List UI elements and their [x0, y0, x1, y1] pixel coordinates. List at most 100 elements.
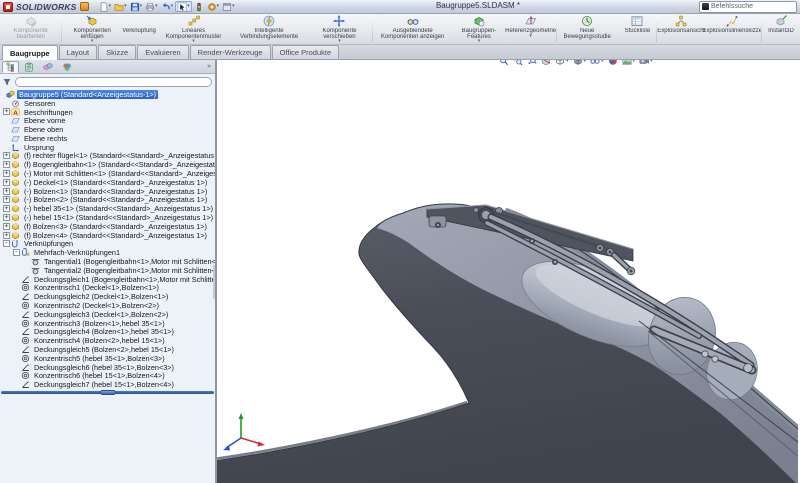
tree-item-mate-deckungsgleich4[interactable]: Deckungsgleich4 (Bolzen<1>,hebel 35<1>) — [0, 328, 215, 337]
dropdown-caret[interactable]: ▾ — [171, 4, 174, 9]
tree-item-comp-hebel-35[interactable]: +(-) hebel 35<1> (Standard<<Standard>_An… — [0, 204, 215, 213]
ribbon-linear-component-pattern-button[interactable]: Lineares Komponentenmuster▾ — [157, 14, 230, 44]
save-button[interactable]: ▾ — [129, 1, 144, 12]
display-style-button[interactable]: ▾ — [572, 60, 588, 66]
tab-evaluate[interactable]: Evaluieren — [137, 45, 188, 59]
ribbon-insert-components-button[interactable]: Komponenten einfügen▾ — [63, 14, 121, 44]
file-properties-button[interactable]: ▾ — [221, 1, 236, 12]
tree-item-label[interactable]: (-) Deckel<1> (Standard<<Standard>_Anzei… — [22, 178, 209, 187]
dropdown-caret[interactable]: ▾ — [338, 39, 341, 44]
tab-layout[interactable]: Layout — [59, 45, 98, 59]
menu-expand-button[interactable] — [80, 2, 89, 11]
tree-expander-minus[interactable]: - — [13, 249, 20, 256]
panel-splitter-handle[interactable] — [213, 265, 216, 299]
tree-item-comp-bolzen-1[interactable]: +(-) Bolzen<1> (Standard<<Standard>_Anze… — [0, 187, 215, 196]
tree-item-label[interactable]: Deckungsgleich2 (Deckel<1>,Bolzen<1>) — [32, 292, 170, 301]
ribbon-mate-button[interactable]: Verknüpfung — [121, 14, 157, 44]
tree-item-comp-hebel-15[interactable]: +(-) hebel 15<1> (Standard<<Standard>_An… — [0, 213, 215, 222]
tree-expander-plus[interactable]: + — [3, 170, 10, 177]
tree-item-mate-konzentrisch2[interactable]: Konzentrisch2 (Deckel<1>,Bolzen<2>) — [0, 301, 215, 310]
dropdown-caret[interactable]: ▾ — [109, 4, 112, 9]
tree-item-origin[interactable]: Ursprung — [0, 143, 215, 152]
dropdown-caret[interactable]: ▾ — [217, 4, 220, 9]
tree-item-mate-tangential2[interactable]: Tangential2 (Bogengleitbahn<1>,Motor mit… — [0, 266, 215, 275]
tree-expander-plus[interactable]: + — [3, 179, 10, 186]
apply-scene-button[interactable]: ▾ — [621, 60, 637, 66]
tree-item-multi-mates-1[interactable]: - Mehrfach-Verknüpfungen1 — [0, 248, 215, 257]
ribbon-exploded-view-button[interactable]: Explosionsansicht — [658, 14, 704, 44]
tree-item-label[interactable]: Tangential1 (Bogengleitbahn<1>,Motor mit… — [42, 257, 215, 266]
dropdown-caret[interactable]: ▾ — [529, 34, 532, 39]
panel-tab-configurationmanager[interactable] — [38, 60, 57, 74]
tree-item-label[interactable]: Ursprung — [22, 143, 56, 152]
tree-expander-plus[interactable]: + — [3, 205, 10, 212]
ribbon-instant3d-button[interactable]: Instant3D — [763, 14, 799, 44]
view-orientation-button[interactable]: ▾ — [554, 60, 570, 66]
rebuild-button[interactable] — [193, 1, 205, 12]
tree-item-label[interactable]: Verknüpfungen — [22, 240, 75, 249]
ribbon-explode-line-sketch-button[interactable]: Explosionslinienskizze — [704, 14, 760, 44]
tree-item-label[interactable]: Konzentrisch5 (hebel 35<1>,Bolzen<3>) — [32, 354, 167, 363]
edit-appearance-button[interactable] — [607, 60, 619, 66]
tree-item-label[interactable]: Konzentrisch1 (Deckel<1>,Bolzen<1>) — [32, 284, 161, 293]
tree-item-mate-konzentrisch3[interactable]: Konzentrisch3 (Bolzen<1>,hebel 35<1>) — [0, 319, 215, 328]
tree-item-label[interactable]: (f) Bolzen<4> (Standard<<Standard>_Anzei… — [22, 231, 209, 240]
tree-item-plane-top[interactable]: Ebene oben — [0, 125, 215, 134]
tree-item-label[interactable]: Ebene rechts — [22, 134, 69, 143]
dropdown-caret[interactable]: ▾ — [601, 60, 604, 64]
tree-item-comp-deckel[interactable]: + (-) Deckel<1> (Standard<<Standard>_Anze… — [0, 178, 215, 187]
panel-tab-displaymanager[interactable] — [57, 60, 76, 74]
tree-item-label[interactable]: (f) Bogengleitbahn<1> (Standard<<Standar… — [22, 160, 215, 169]
tree-item-label[interactable]: Deckungsgleich1 (Bogengleitbahn<1>,Motor… — [32, 275, 215, 284]
tab-assembly[interactable]: Baugruppe — [2, 45, 58, 60]
tree-item-mate-konzentrisch1[interactable]: Konzentrisch1 (Deckel<1>,Bolzen<1>) — [0, 284, 215, 293]
tree-item-plane-right[interactable]: Ebene rechts — [0, 134, 215, 143]
panel-tab-propertymanager[interactable] — [19, 60, 38, 74]
tree-item-label[interactable]: Deckungsgleich3 (Deckel<1>,Bolzen<2>) — [32, 310, 170, 319]
tree-item-label[interactable]: (-) Motor mit Schlitten<1> (Standard<<St… — [22, 169, 215, 178]
filter-funnel-icon[interactable] — [3, 78, 11, 86]
tree-expander-plus[interactable]: + — [3, 196, 10, 203]
tree-item-mate-deckungsgleich3[interactable]: Deckungsgleich3 (Deckel<1>,Bolzen<2>) — [0, 310, 215, 319]
tree-item-comp-rechter-fluegel[interactable]: +(f) rechter flügel<1> (Standard<<Standa… — [0, 152, 215, 161]
tree-item-comp-bolzen-3[interactable]: +(f) Bolzen<3> (Standard<<Standard>_Anze… — [0, 222, 215, 231]
tree-item-label[interactable]: Konzentrisch4 (Bolzen<2>,hebel 15<1>) — [32, 336, 167, 345]
tree-item-label[interactable]: Beschriftungen — [22, 108, 75, 117]
panel-tab-featuremanager[interactable] — [2, 61, 19, 73]
tree-item-label[interactable]: (f) rechter flügel<1> (Standard<<Standar… — [22, 152, 215, 161]
tree-item-label[interactable]: Tangential2 (Bogengleitbahn<1>,Motor mit… — [42, 266, 215, 275]
tree-item-comp-bolzen-4[interactable]: +(f) Bolzen<4> (Standard<<Standard>_Anze… — [0, 231, 215, 240]
tree-item-label[interactable]: Ebene oben — [22, 125, 65, 134]
print-button[interactable]: ▾ — [144, 1, 159, 12]
dropdown-caret[interactable]: ▾ — [650, 60, 653, 64]
ribbon-assembly-features-button[interactable]: Baugruppen-Features▾ — [452, 14, 507, 44]
tree-item-label[interactable]: (-) Bolzen<2> (Standard<<Standard>_Anzei… — [22, 196, 209, 205]
rollback-grip[interactable] — [100, 390, 116, 395]
tree-expander-plus[interactable]: + — [3, 214, 10, 221]
zoom-area-button[interactable] — [512, 60, 524, 66]
dropdown-caret[interactable]: ▾ — [232, 4, 235, 9]
tree-item-label[interactable]: Ebene vorne — [22, 116, 67, 125]
tree-item-label[interactable]: Mehrfach-Verknüpfungen1 — [32, 248, 122, 257]
tree-item-label[interactable]: Konzentrisch6 (hebel 15<1>,Bolzen<4>) — [32, 372, 167, 381]
dropdown-caret[interactable]: ▾ — [187, 4, 190, 9]
dropdown-caret[interactable]: ▾ — [140, 4, 143, 9]
open-button[interactable]: ▾ — [113, 1, 128, 12]
tree-expander-plus[interactable]: + — [3, 188, 10, 195]
ribbon-reference-geometry-button[interactable]: Referenzgeometrie▾ — [506, 14, 555, 44]
rollback-bar[interactable] — [1, 391, 214, 394]
tree-item-label[interactable]: Sensoren — [22, 99, 57, 108]
view-settings-button[interactable]: ▾ — [638, 60, 654, 66]
tree-item-mate-tangential1[interactable]: Tangential1 (Bogengleitbahn<1>,Motor mit… — [0, 257, 215, 266]
tree-filter-input[interactable] — [15, 77, 212, 87]
hide-show-items-button[interactable]: ▾ — [589, 60, 605, 66]
tree-item-label[interactable]: Deckungsgleich5 (Bolzen<2>,hebel 15<1>) — [32, 345, 176, 354]
tree-expander-minus[interactable]: - — [3, 240, 10, 247]
ribbon-new-motion-study-button[interactable]: Neue Bewegungsstudie — [558, 14, 617, 44]
tree-item-mate-konzentrisch5[interactable]: Konzentrisch5 (hebel 35<1>,Bolzen<3>) — [0, 354, 215, 363]
tree-item-label[interactable]: Deckungsgleich6 (hebel 35<1>,Bolzen<3>) — [32, 363, 176, 372]
dropdown-caret[interactable]: ▾ — [155, 4, 158, 9]
tree-item-mate-deckungsgleich7[interactable]: Deckungsgleich7 (hebel 15<1>,Bolzen<4>) — [0, 380, 215, 389]
graphics-viewport[interactable]: ▾▾▾▾▾ — [217, 60, 800, 483]
section-view-button[interactable] — [540, 60, 552, 66]
